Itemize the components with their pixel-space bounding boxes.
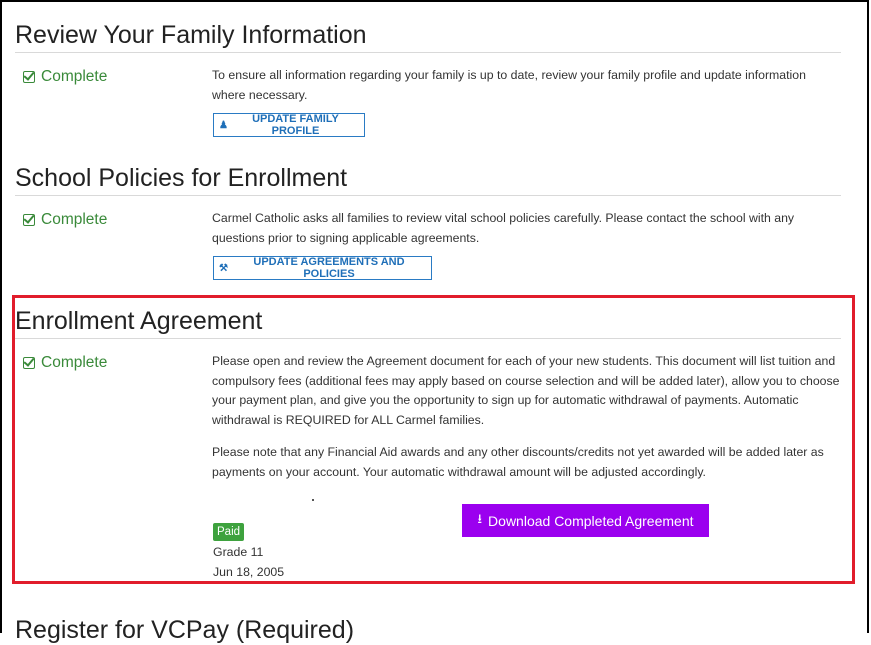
update-family-profile-button[interactable]: ♟ UPDATE FAMILY PROFILE bbox=[213, 113, 365, 137]
section-title: Review Your Family Information bbox=[15, 20, 841, 53]
section-school-policies: School Policies for Enrollment bbox=[15, 163, 841, 196]
section-description: Please open and review the Agreement doc… bbox=[212, 352, 842, 482]
description-text: Carmel Catholic asks all families to rev… bbox=[212, 211, 795, 245]
user-icon: ♟ bbox=[219, 119, 228, 131]
status-complete: Complete bbox=[23, 211, 107, 229]
section-enrollment-agreement: Enrollment Agreement bbox=[15, 306, 841, 339]
download-agreement-button[interactable]: ⭳ Download Completed Agreement bbox=[462, 504, 709, 537]
update-agreements-button[interactable]: ⚒ UPDATE AGREEMENTS AND POLICIES bbox=[213, 256, 432, 280]
agreement-date: Jun 18, 2005 bbox=[213, 565, 285, 579]
divider-dot bbox=[312, 499, 314, 501]
checkbox-icon bbox=[23, 357, 35, 369]
section-description: Carmel Catholic asks all families to rev… bbox=[212, 209, 842, 248]
checkbox-icon bbox=[23, 71, 35, 83]
status-complete: Complete bbox=[23, 68, 107, 86]
section-title: Enrollment Agreement bbox=[15, 306, 841, 339]
next-section-title: Register for VCPay (Required) bbox=[15, 616, 355, 644]
button-label: UPDATE FAMILY PROFILE bbox=[252, 113, 339, 137]
section-title: School Policies for Enrollment bbox=[15, 163, 841, 196]
download-icon: ⭳ bbox=[477, 510, 483, 526]
student-grade: Grade 11 bbox=[213, 545, 264, 559]
agreement-paragraph-2: Please note that any Financial Aid award… bbox=[212, 445, 824, 479]
status-label: Complete bbox=[41, 354, 108, 371]
gavel-icon: ⚒ bbox=[219, 262, 228, 274]
section-family-info: Review Your Family Information bbox=[15, 20, 841, 53]
paid-badge: Paid bbox=[213, 523, 245, 541]
agreement-paragraph-1: Please open and review the Agreement doc… bbox=[212, 354, 840, 427]
status-label: Complete bbox=[41, 211, 108, 228]
status-label: Complete bbox=[41, 68, 108, 85]
section-description: To ensure all information regarding your… bbox=[212, 66, 842, 105]
button-label: Download Completed Agreement bbox=[488, 512, 694, 529]
description-text: To ensure all information regarding your… bbox=[212, 68, 806, 102]
button-label: UPDATE AGREEMENTS AND POLICIES bbox=[253, 256, 405, 280]
status-complete: Complete bbox=[23, 354, 107, 372]
checkbox-icon bbox=[23, 214, 35, 226]
